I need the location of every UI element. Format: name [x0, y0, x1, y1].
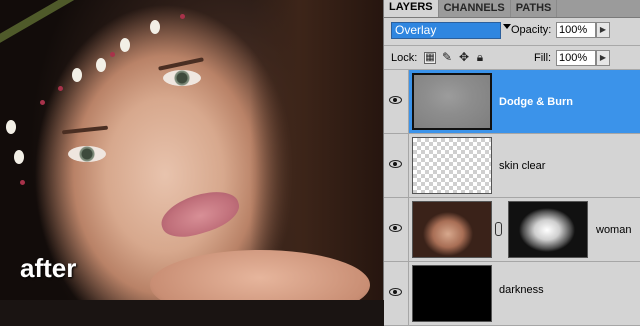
- fill-field[interactable]: 100%: [556, 50, 596, 66]
- flower-bud: [6, 120, 16, 134]
- flower-bud: [72, 68, 82, 82]
- tab-paths[interactable]: PATHS: [511, 0, 558, 17]
- layers-panel: LAYERS CHANNELS PATHS Overlay Opacity: 1…: [383, 0, 640, 326]
- blend-opacity-row: Overlay Opacity: 100% ▶: [384, 20, 640, 44]
- lock-brush-icon[interactable]: ✎: [441, 51, 453, 63]
- layer-name[interactable]: woman: [596, 224, 631, 237]
- visibility-toggle[interactable]: [384, 198, 409, 261]
- visibility-toggle[interactable]: [384, 134, 409, 197]
- opacity-field[interactable]: 100%: [556, 22, 596, 38]
- visibility-toggle[interactable]: [384, 70, 409, 133]
- panel-tab-bar: LAYERS CHANNELS PATHS: [384, 0, 640, 18]
- fill-slider-button[interactable]: ▶: [596, 50, 610, 66]
- chain-link-icon[interactable]: [495, 222, 502, 236]
- flower-bud: [120, 38, 130, 52]
- eye-icon[interactable]: [389, 96, 402, 104]
- flower-berry: [110, 52, 115, 57]
- layer-row-dodge-burn[interactable]: Dodge & Burn: [384, 70, 640, 134]
- flower-bud: [150, 20, 160, 34]
- flower-berry: [58, 86, 63, 91]
- lock-move-icon[interactable]: ✥: [458, 51, 470, 63]
- layer-mask-thumbnail[interactable]: [508, 201, 588, 258]
- layer-thumbnail[interactable]: [412, 73, 492, 130]
- lock-transparent-icon[interactable]: ▦: [424, 52, 436, 64]
- flower-berry: [180, 14, 185, 19]
- eye-icon[interactable]: [389, 288, 402, 296]
- canvas-image: after: [0, 0, 383, 300]
- layers-list: Dodge & Burn skin clear woman darkness: [384, 70, 640, 326]
- eye: [163, 70, 201, 86]
- layer-row-darkness[interactable]: darkness: [384, 262, 640, 326]
- flower-crown: [0, 0, 218, 48]
- lock-label: Lock:: [391, 52, 418, 64]
- opacity-slider-button[interactable]: ▶: [596, 22, 610, 38]
- layer-thumbnail[interactable]: [412, 137, 492, 194]
- flower-berry: [40, 100, 45, 105]
- opacity-label: Opacity:: [511, 24, 552, 36]
- lips: [156, 183, 244, 245]
- lock-all-icon[interactable]: 🔒︎: [474, 51, 486, 63]
- eyebrow: [158, 57, 204, 71]
- blend-mode-select[interactable]: Overlay: [391, 22, 501, 39]
- layer-row-skin-clear[interactable]: skin clear: [384, 134, 640, 198]
- layer-thumbnail[interactable]: [412, 265, 492, 322]
- chevron-down-icon[interactable]: [503, 24, 511, 29]
- flower-berry: [20, 180, 25, 185]
- layer-name[interactable]: Dodge & Burn: [499, 96, 573, 109]
- layer-name[interactable]: darkness: [499, 284, 544, 297]
- visibility-toggle[interactable]: [384, 262, 409, 325]
- eye: [68, 146, 106, 162]
- layer-name[interactable]: skin clear: [499, 160, 545, 173]
- tab-layers[interactable]: LAYERS: [384, 0, 439, 17]
- fill-label: Fill:: [534, 52, 552, 64]
- flower-bud: [14, 150, 24, 164]
- eye-icon[interactable]: [389, 224, 402, 232]
- flower-bud: [96, 58, 106, 72]
- after-label: after: [20, 253, 77, 283]
- eye-icon[interactable]: [389, 160, 402, 168]
- layer-thumbnail[interactable]: [412, 201, 492, 258]
- tab-channels[interactable]: CHANNELS: [439, 0, 511, 17]
- divider: [384, 45, 640, 46]
- layer-row-woman[interactable]: woman: [384, 198, 640, 262]
- eyebrow: [61, 125, 109, 135]
